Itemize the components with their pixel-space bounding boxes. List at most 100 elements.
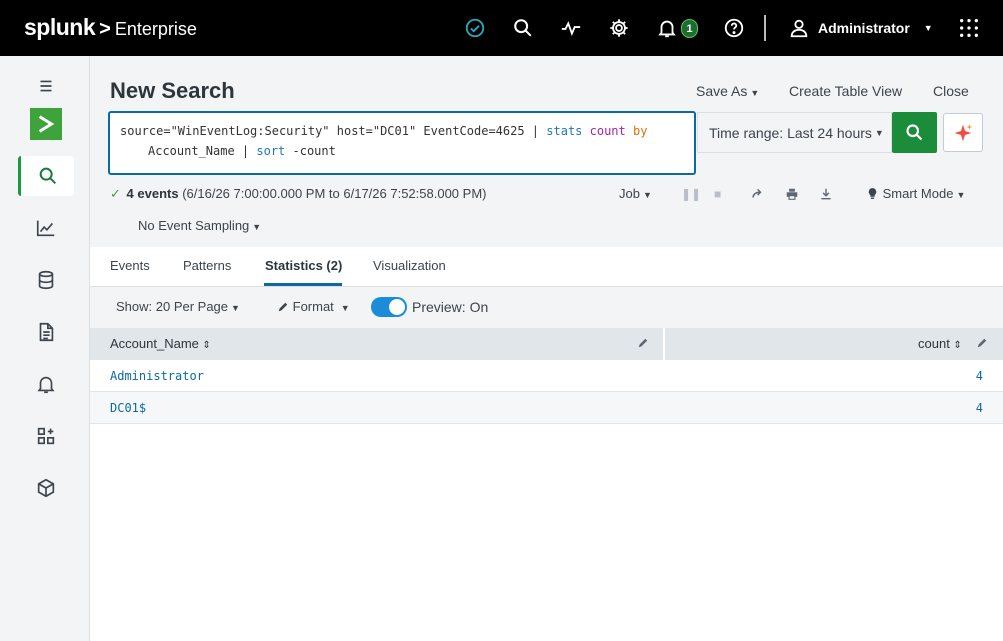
sidebar-item-datasets[interactable] <box>18 260 74 300</box>
top-bar: splunk > Enterprise 1 Administrator ▼ <box>0 0 1003 56</box>
splunk-wordmark: splunk <box>24 14 96 40</box>
search-mode-label: Smart Mode <box>882 186 954 201</box>
print-icon[interactable] <box>785 187 799 204</box>
results-tabs: Events Patterns Statistics (2) Visualiza… <box>90 247 1003 287</box>
bell-icon[interactable] <box>653 14 681 42</box>
column-label: count <box>918 336 950 351</box>
search-status: ✓ 4 events (6/16/26 7:00:00.000 PM to 6/… <box>110 186 486 202</box>
main-content: New Search Save As ▼ Create Table View Cl… <box>90 56 1003 641</box>
download-icon[interactable] <box>819 187 833 204</box>
sort-icon: ⇕ <box>202 340 211 351</box>
close-button[interactable]: Close <box>933 83 969 99</box>
table-row: DC01$ 4 <box>90 392 1003 424</box>
chevron-down-icon: ▼ <box>642 190 652 200</box>
search-icon <box>39 167 56 185</box>
menu-icon[interactable] <box>18 66 74 106</box>
check-icon: ✓ <box>110 186 121 201</box>
account-name-cell[interactable]: DC01$ <box>110 401 146 415</box>
activity-icon[interactable] <box>557 14 585 42</box>
notification-badge: 1 <box>681 19 698 38</box>
pencil-icon <box>278 302 288 312</box>
sidebar-item-reports[interactable] <box>18 312 74 352</box>
help-icon[interactable] <box>720 14 748 42</box>
search-header: New Search Save As ▼ Create Table View Cl… <box>90 56 1003 247</box>
active-tab-indicator <box>264 283 342 286</box>
tab-patterns[interactable]: Patterns <box>183 258 231 273</box>
stop-icon[interactable]: ■ <box>714 187 721 201</box>
tab-events[interactable]: Events <box>110 258 150 273</box>
column-edit-icon[interactable] <box>638 336 649 351</box>
package-icon <box>37 478 55 498</box>
sidebar-item-analytics[interactable] <box>18 208 74 248</box>
event-sampling-menu[interactable]: No Event Sampling ▼ <box>138 218 261 233</box>
account-name-cell[interactable]: Administrator <box>110 369 204 383</box>
create-table-view-button[interactable]: Create Table View <box>789 83 902 99</box>
preview-label: Preview: On <box>412 299 489 315</box>
query-line-2: Account_Name | sort -count <box>120 141 684 161</box>
search-time-range: (6/16/26 7:00:00.000 PM to 6/17/26 7:52:… <box>182 186 487 201</box>
query-text: -count <box>285 144 336 158</box>
query-keyword-by: by <box>632 124 648 138</box>
chevron-down-icon: ▼ <box>252 222 262 232</box>
format-menu[interactable]: Format ▼ <box>278 299 350 314</box>
table-header: Account_Name ⇕ count ⇕ <box>90 328 1003 360</box>
document-icon <box>39 322 54 342</box>
gear-icon[interactable] <box>605 14 633 42</box>
column-header-count[interactable]: count ⇕ <box>918 336 962 351</box>
column-label: Account_Name <box>110 336 199 351</box>
job-label: Job <box>619 186 640 201</box>
chevron-down-icon: ▼ <box>956 190 966 200</box>
count-cell[interactable]: 4 <box>976 369 983 383</box>
column-header-account-name[interactable]: Account_Name ⇕ <box>110 336 211 351</box>
column-divider <box>663 328 665 360</box>
search-mode-menu[interactable]: Smart Mode ▼ <box>866 186 965 201</box>
splunk-app-logo[interactable] <box>30 108 62 140</box>
chevron-down-icon: ▼ <box>231 303 240 313</box>
per-page-menu[interactable]: Show: 20 Per Page ▼ <box>116 299 240 314</box>
pause-icon[interactable]: ❚❚ <box>681 187 701 201</box>
page-title: New Search <box>110 78 235 103</box>
chevron-down-icon: ▼ <box>750 88 760 98</box>
ai-assistant-button[interactable] <box>943 113 983 152</box>
sort-icon: ⇕ <box>953 340 962 351</box>
tab-statistics[interactable]: Statistics (2) <box>265 258 342 273</box>
sidebar-item-search[interactable] <box>18 156 74 196</box>
preview-toggle[interactable] <box>371 297 407 317</box>
user-menu[interactable]: Administrator ▼ <box>788 14 933 42</box>
query-text: Account_Name | <box>148 144 257 158</box>
query-text: source="WinEventLog:Security" host="DC01… <box>120 124 547 138</box>
app-grid-icon[interactable] <box>955 14 983 42</box>
time-range-label: Time range: Last 24 hours <box>709 124 872 141</box>
results-toolbar: Show: 20 Per Page ▼ Format ▼ Preview: On <box>90 287 1003 328</box>
format-label: Format <box>292 299 334 314</box>
user-icon <box>790 19 808 38</box>
count-cell[interactable]: 4 <box>976 401 983 415</box>
save-as-button[interactable]: Save As ▼ <box>696 83 759 99</box>
share-icon[interactable] <box>750 187 764 204</box>
run-search-button[interactable] <box>892 112 937 153</box>
column-edit-icon[interactable] <box>977 336 988 351</box>
event-sampling-label: No Event Sampling <box>138 218 250 233</box>
brand-logo[interactable]: splunk > Enterprise <box>24 14 197 42</box>
sidebar-item-apps[interactable] <box>18 416 74 456</box>
query-line-1: source="WinEventLog:Security" host="DC01… <box>120 121 684 141</box>
search-icon[interactable] <box>509 14 537 42</box>
sidebar-item-packages[interactable] <box>18 468 74 508</box>
chevron-down-icon: ▼ <box>874 127 884 138</box>
chevron-down-icon: ▼ <box>923 23 933 33</box>
brand-chevron: > <box>99 18 111 40</box>
sidebar-item-alerts[interactable] <box>18 364 74 404</box>
lightbulb-icon <box>868 188 877 199</box>
search-query-input[interactable]: source="WinEventLog:Security" host="DC01… <box>108 111 696 175</box>
database-icon <box>38 270 54 290</box>
sparkle-icon <box>954 123 973 141</box>
chart-icon <box>36 220 55 237</box>
search-icon <box>906 124 923 141</box>
user-name: Administrator <box>818 20 910 36</box>
time-range-picker[interactable]: Time range: Last 24 hours ▼ <box>697 112 892 153</box>
query-command-sort: sort <box>256 144 286 158</box>
sidebar <box>0 56 90 641</box>
job-menu[interactable]: Job ▼ <box>619 186 652 201</box>
tab-visualization[interactable]: Visualization <box>373 258 446 273</box>
health-check-icon[interactable] <box>461 14 489 42</box>
